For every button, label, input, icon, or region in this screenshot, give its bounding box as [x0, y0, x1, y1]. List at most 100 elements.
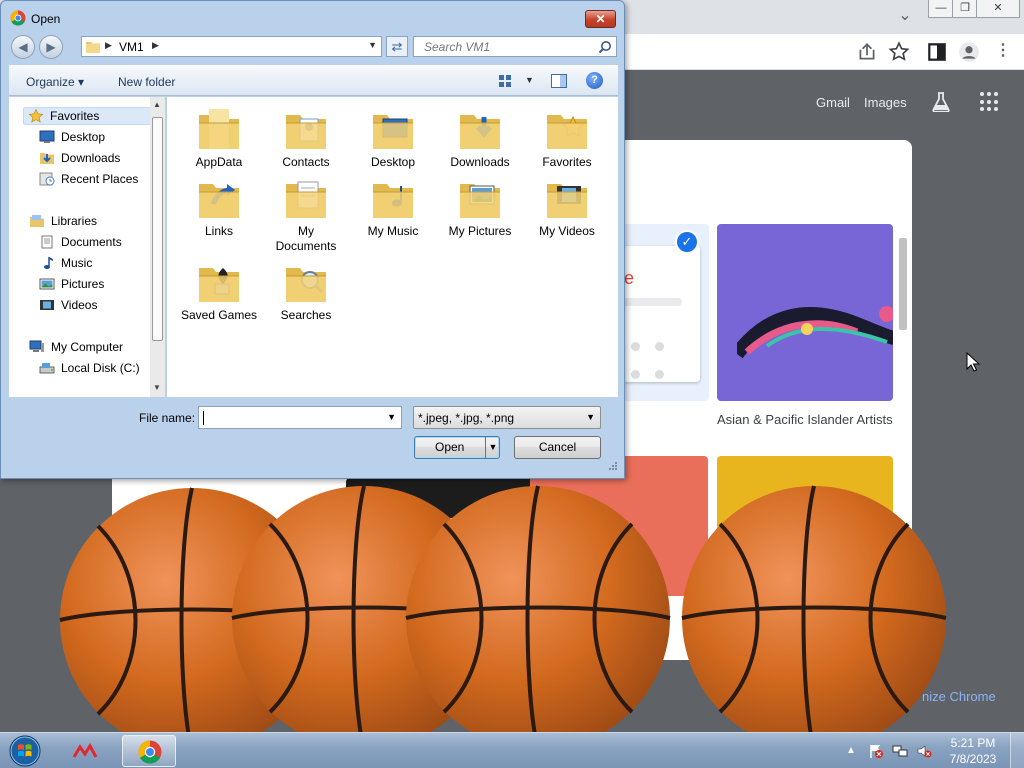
file-item-label: Downloads	[450, 155, 510, 169]
taskbar-app-chrome[interactable]	[122, 735, 176, 767]
back-button[interactable]: ◀	[11, 35, 35, 59]
music-icon	[44, 257, 53, 269]
nav-videos[interactable]: Videos	[39, 296, 97, 314]
file-item[interactable]: Saved Games	[179, 258, 259, 323]
file-item[interactable]: AppData	[179, 105, 259, 170]
file-item-label: Favorites	[542, 155, 592, 169]
change-view-icon[interactable]	[498, 74, 512, 88]
nav-recent-places[interactable]: Recent Places	[39, 170, 138, 188]
file-type-dropdown-icon[interactable]: ▼	[586, 412, 595, 422]
nav-my-computer[interactable]: My Computer	[29, 338, 123, 356]
open-label: Open	[435, 440, 465, 454]
nav-label: Videos	[61, 298, 98, 312]
volume-muted-icon[interactable]	[916, 743, 932, 759]
view-options-dropdown-icon[interactable]: ▼	[525, 75, 534, 85]
bookmark-star-icon[interactable]	[888, 41, 910, 63]
file-item-label: Contacts	[282, 155, 330, 169]
text-caret	[203, 411, 204, 425]
open-split-dropdown-icon[interactable]: ▼	[485, 437, 500, 458]
file-item[interactable]: My Pictures	[440, 174, 520, 239]
chrome-menu-icon[interactable]: ⋮	[992, 41, 1014, 63]
file-name-input[interactable]: ▼	[198, 406, 402, 429]
file-name-dropdown-icon[interactable]: ▼	[387, 412, 396, 422]
show-desktop-button[interactable]	[1010, 733, 1024, 768]
artwork-image	[737, 306, 893, 359]
refresh-button[interactable]: ⇄	[386, 36, 408, 57]
file-item-label: Links	[204, 224, 233, 238]
preview-pane-icon[interactable]	[551, 74, 567, 88]
labs-flask-icon[interactable]	[932, 92, 950, 112]
nav-label: Documents	[61, 235, 122, 249]
nav-local-disk[interactable]: Local Disk (C:)	[39, 359, 140, 377]
nav-documents[interactable]: Documents	[39, 233, 122, 251]
pictures-icon	[39, 278, 55, 290]
scroll-thumb[interactable]	[152, 117, 163, 341]
breadcrumb-vm1[interactable]: VM1	[119, 40, 144, 54]
taskbar: ▲ 5:21 PM 7/8/2023	[0, 732, 1024, 768]
address-bar[interactable]: ▶ VM1 ▶ ▼	[81, 36, 382, 57]
libraries-icon	[30, 215, 44, 227]
nav-label: Favorites	[50, 109, 100, 123]
side-panel-icon[interactable]	[926, 41, 948, 63]
search-box[interactable]: Search VM1	[413, 36, 617, 57]
file-item[interactable]: Downloads	[440, 105, 520, 170]
file-item[interactable]: Searches	[266, 258, 346, 323]
taskbar-app-monitor[interactable]	[62, 735, 116, 767]
open-button[interactable]: Open ▼	[414, 436, 500, 459]
address-dropdown-icon[interactable]: ▼	[368, 40, 377, 50]
network-icon[interactable]	[892, 743, 908, 759]
gmail-link[interactable]: Gmail	[816, 95, 850, 110]
dialog-close-button[interactable]: ✕	[585, 10, 616, 28]
resize-grip-icon[interactable]	[607, 462, 617, 472]
favorites-star-icon	[28, 109, 44, 123]
share-icon[interactable]	[856, 41, 878, 63]
file-item[interactable]: My Videos	[527, 174, 607, 239]
file-item-label: My Pictures	[448, 224, 512, 238]
file-item[interactable]: My Documents	[266, 174, 346, 254]
new-folder-button[interactable]: New folder	[118, 75, 175, 89]
start-button-icon[interactable]	[6, 734, 44, 768]
images-link[interactable]: Images	[864, 95, 907, 110]
nav-favorites[interactable]: Favorites	[23, 107, 151, 125]
file-type-value: *.jpeg, *.jpg, *.png	[418, 411, 515, 425]
google-apps-icon[interactable]	[980, 92, 1000, 112]
scroll-down-icon[interactable]: ▼	[153, 383, 161, 392]
nav-label: Music	[61, 256, 93, 270]
file-item[interactable]: Links	[179, 174, 259, 239]
scroll-up-icon[interactable]: ▲	[153, 100, 161, 109]
cancel-button[interactable]: Cancel	[514, 436, 601, 459]
search-input[interactable]: Search VM1	[424, 40, 490, 54]
downloads-icon	[40, 153, 54, 164]
file-item[interactable]: My Music	[353, 174, 433, 239]
search-icon[interactable]	[598, 40, 612, 54]
action-center-flag-icon[interactable]	[868, 743, 884, 759]
activity-monitor-icon	[72, 743, 98, 758]
favorites-folder-icon	[547, 115, 587, 149]
nav-label: Recent Places	[61, 172, 139, 186]
show-hidden-icons-icon[interactable]: ▲	[846, 743, 862, 759]
organize-menu[interactable]: Organize ▾	[26, 75, 84, 89]
nav-desktop[interactable]: Desktop	[39, 128, 105, 146]
hard-disk-icon	[39, 363, 55, 374]
nav-pictures[interactable]: Pictures	[39, 275, 104, 293]
nav-music[interactable]: Music	[39, 254, 92, 272]
breadcrumb-arrow-icon[interactable]: ▶	[152, 40, 159, 51]
restore-button[interactable]: ❐	[952, 0, 978, 18]
contacts-folder-icon	[286, 115, 326, 149]
forward-button[interactable]: ▶	[39, 35, 63, 59]
system-clock[interactable]: 5:21 PM 7/8/2023	[944, 735, 1002, 767]
nav-libraries[interactable]: Libraries	[29, 212, 97, 230]
tab-search-icon[interactable]: ⌄	[894, 6, 916, 28]
close-window-button[interactable]: ✕	[976, 0, 1020, 18]
nav-downloads[interactable]: Downloads	[39, 149, 120, 167]
file-type-select[interactable]: *.jpeg, *.jpg, *.png ▼	[413, 406, 601, 429]
file-item[interactable]: Contacts	[266, 105, 346, 170]
nav-pane-scrollbar[interactable]: ▲ ▼	[150, 97, 165, 397]
file-item[interactable]: Favorites	[527, 105, 607, 170]
breadcrumb-arrow-icon[interactable]: ▶	[105, 40, 112, 51]
minimize-button[interactable]: —	[928, 0, 954, 18]
help-icon[interactable]: ?	[586, 72, 603, 89]
profile-avatar-icon[interactable]	[958, 41, 980, 63]
file-item[interactable]: Desktop	[353, 105, 433, 170]
theme-tile-asian-pacific[interactable]	[717, 224, 893, 401]
